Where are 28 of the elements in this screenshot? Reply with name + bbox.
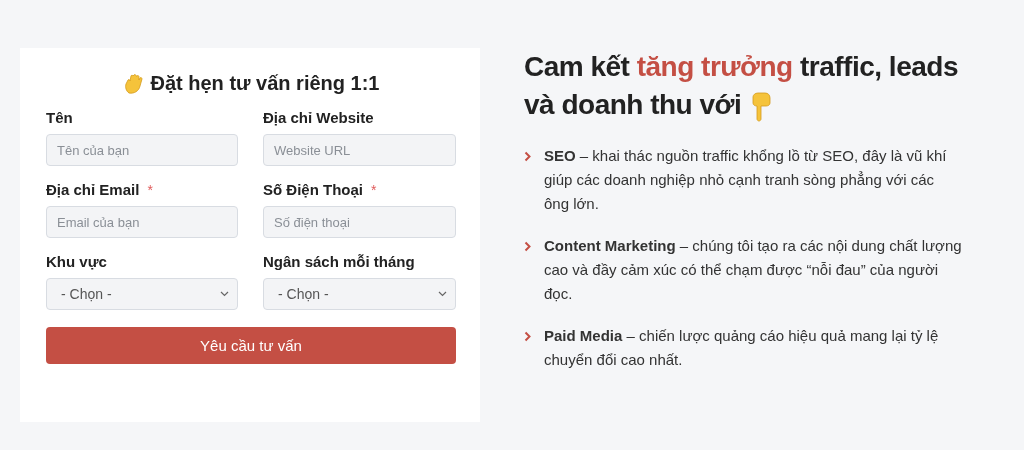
pointing-down-icon	[751, 92, 774, 122]
form-title: Đặt hẹn tư vấn riêng 1:1	[150, 72, 380, 95]
field-label: Số Điện Thoại	[263, 181, 363, 198]
field-label: Tên	[46, 109, 73, 126]
field-label: Địa chỉ Website	[263, 109, 374, 126]
benefit-text: Paid Media – chiến lược quảng cáo hiệu quả mang lại tỷ lệ chuyển đổi cao nhất.	[544, 326, 940, 370]
benefit-text: SEO – khai thác nguồn traffic khổng lồ từ SEO, đây là vũ khí giúp các doanh nghiệp nhỏ cạnh tranh sòng phẳng với các ông lớn.	[544, 146, 948, 214]
input-field[interactable]: Email của bạn	[46, 206, 238, 238]
field-label: Khu vực	[46, 253, 107, 270]
benefit-text: Content Marketing – chúng tôi tạo ra các nội dung chất lượng cao và đầy cảm xúc có thể chạm được “nỗi đau” của người đọc.	[544, 236, 962, 304]
submit-button[interactable]: Yêu cầu tư vấn	[46, 327, 456, 364]
chevron-down-icon	[438, 291, 447, 297]
field-label: Ngân sách mỗi tháng	[263, 253, 415, 270]
chevron-right-icon	[524, 241, 532, 252]
dropdown[interactable]: - Chọn -	[263, 278, 456, 310]
waving-hand-icon	[122, 72, 145, 95]
required-marker: *	[147, 182, 153, 198]
input-field[interactable]: Số điện thoại	[263, 206, 456, 238]
chevron-right-icon	[524, 151, 532, 162]
heading-line: và doanh thu với	[524, 88, 742, 122]
input-field[interactable]: Tên của bạn	[46, 134, 238, 166]
dropdown[interactable]: - Chọn -	[46, 278, 238, 310]
field-label: Địa chỉ Email	[46, 181, 140, 198]
input-field[interactable]: Website URL	[263, 134, 456, 166]
chevron-right-icon	[524, 331, 532, 342]
chevron-down-icon	[220, 291, 229, 297]
heading-line: Cam kết tăng trưởng traffic, leads	[524, 50, 958, 84]
required-marker: *	[371, 182, 377, 198]
